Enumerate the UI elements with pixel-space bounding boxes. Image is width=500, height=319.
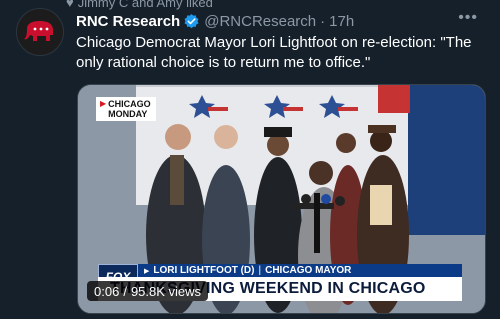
chyron-name: LORI LIGHTFOOT (D) [153, 265, 255, 276]
play-arrow-icon: ▶ [100, 99, 107, 108]
chyron-separator: | [258, 265, 262, 276]
tweet-header: RNC Research @RNCResearch · 17h ••• [76, 9, 484, 31]
video-timestamp-pill: 0:06 / 95.8K views [87, 281, 209, 301]
author-handle[interactable]: @RNCResearch [204, 13, 316, 30]
location-badge-line2: MONDAY [108, 109, 148, 119]
location-badge: ▶ CHICAGO MONDAY [96, 97, 156, 121]
author-name[interactable]: RNC Research [76, 13, 180, 30]
avatar[interactable] [16, 8, 64, 56]
heart-icon: ♥ [66, 0, 74, 10]
video-elapsed-time: 0:06 [94, 283, 120, 299]
social-context-text: Jimmy C and Amy liked [77, 0, 213, 10]
elephant-logo-icon [24, 21, 53, 41]
social-context: ♥ Jimmy C and Amy liked [66, 0, 213, 10]
separator-dot: · [320, 12, 326, 30]
video-view-count: 95.8K views [130, 283, 202, 299]
video-divider: / [123, 283, 127, 299]
video-player[interactable]: ▶ CHICAGO MONDAY FOX ▶ LORI LIGHTFOOT (D… [77, 84, 486, 314]
chyron-nameplate: ▶ LORI LIGHTFOOT (D) | CHICAGO MAYOR [138, 264, 462, 277]
chyron-title: CHICAGO MAYOR [265, 265, 352, 276]
verified-badge-icon [183, 13, 200, 30]
location-badge-line1: CHICAGO [108, 99, 151, 109]
tweet-timestamp[interactable]: 17h [329, 13, 354, 30]
chyron-arrow-icon: ▶ [144, 267, 150, 275]
more-horizontal-icon[interactable]: ••• [458, 9, 478, 27]
tweet-text: Chicago Democrat Mayor Lori Lightfoot on… [76, 34, 472, 71]
